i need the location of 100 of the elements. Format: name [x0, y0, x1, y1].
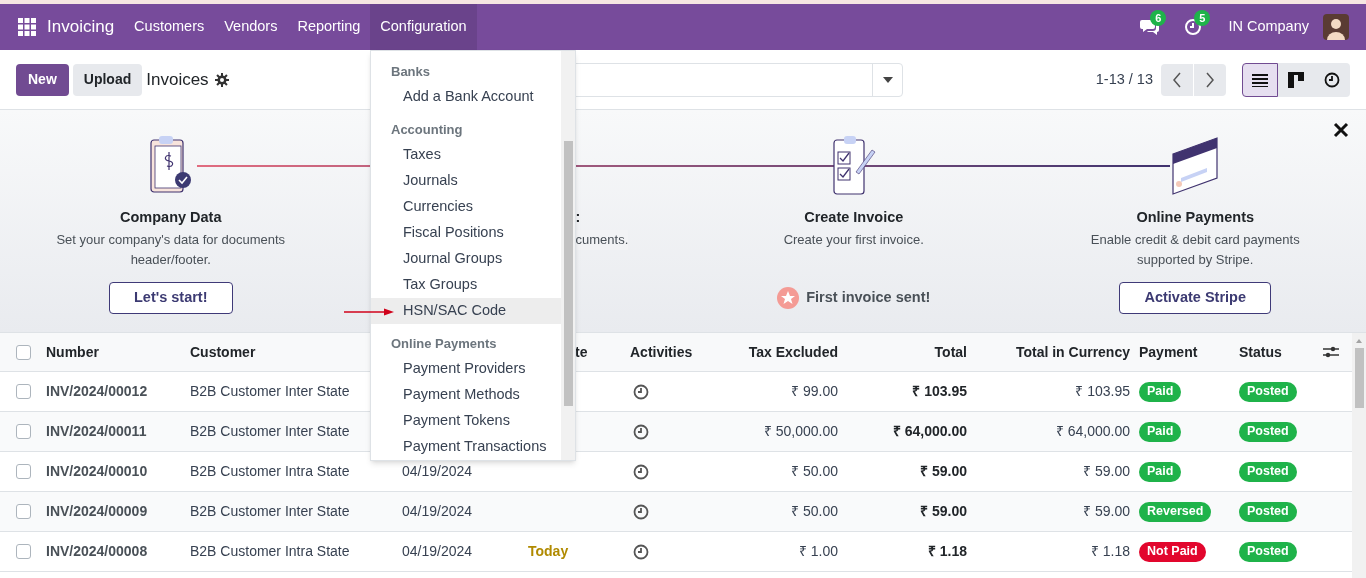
chevron-right-icon — [1205, 71, 1215, 88]
dropdown-menu-item[interactable]: Payment Providers — [371, 356, 561, 382]
dropdown-menu-item[interactable]: Fiscal Positions — [371, 220, 561, 246]
clock-icon[interactable] — [633, 463, 649, 480]
annotation-arrow — [344, 307, 394, 317]
view-switch-button[interactable] — [1314, 62, 1350, 97]
step-title: Create Invoice — [804, 208, 904, 226]
table-cell-text: ₹ 1.00 — [797, 542, 839, 561]
status-badge: Not Paid — [1139, 541, 1206, 562]
status-badge: Paid — [1139, 461, 1182, 482]
table-cell-text: ₹ 64,000.00 — [891, 422, 968, 441]
menu-section-header: Accounting — [390, 121, 464, 140]
checkbox[interactable] — [16, 384, 31, 399]
avatar-icon[interactable] — [1323, 14, 1349, 40]
new-button[interactable]: New — [16, 63, 69, 96]
column-header: Total in Currency — [1014, 342, 1130, 362]
clock-icon[interactable] — [633, 503, 649, 520]
dropdown-menu-item[interactable]: Currencies — [371, 194, 561, 220]
table-cell-text: INV/2024/00012 — [45, 382, 149, 401]
table-cell-text: INV/2024/00009 — [45, 502, 149, 521]
column-header: Activities — [629, 342, 694, 362]
notification-badge: 6 — [1150, 10, 1167, 26]
dropdown-menu-item[interactable]: Journals — [371, 168, 561, 194]
sliders-icon[interactable] — [1323, 345, 1339, 359]
table-cell-text: ₹ 64,000.00 — [1054, 422, 1130, 441]
apps-menu-icon[interactable] — [18, 18, 36, 36]
table-cell-text: INV/2024/00008 — [45, 542, 149, 561]
close-button[interactable] — [1333, 122, 1349, 138]
column-header: Customer — [189, 342, 257, 362]
table-cell-text: ₹ 59.00 — [919, 462, 968, 481]
step-action-button[interactable]: Activate Stripe — [1119, 282, 1271, 314]
dropdown-menu-item[interactable]: Journal Groups — [371, 246, 561, 272]
table-cell-text: B2B Customer Inter State — [189, 382, 351, 401]
table-cell-text: ₹ 59.00 — [1082, 462, 1130, 481]
table-cell-text: 04/19/2024 — [401, 502, 474, 521]
kanban-view-icon — [1288, 71, 1304, 88]
clock-icon[interactable] — [633, 383, 649, 400]
column-header: Tax Excluded — [747, 342, 839, 362]
menu-section-header: Banks — [390, 63, 432, 82]
dropdown-menu-item[interactable]: Tax Groups — [371, 272, 561, 298]
column-header: Payment — [1138, 342, 1199, 362]
page-title: Invoices — [146, 68, 209, 91]
scrollbar[interactable] — [1352, 333, 1366, 578]
column-header: Total — [933, 342, 968, 362]
previous-button[interactable] — [1161, 63, 1193, 96]
step-status: First invoice sent! — [806, 288, 931, 308]
close-icon — [1333, 122, 1349, 138]
scrollbar-thumb[interactable] — [564, 141, 573, 406]
table-cell-text: Today — [527, 542, 570, 561]
status-badge: Paid — [1139, 381, 1182, 402]
clock-icon — [1324, 71, 1340, 88]
table-cell-text: ₹ 103.95 — [911, 382, 968, 401]
status-badge: Reversed — [1139, 501, 1212, 522]
step-title: Company Data — [120, 208, 222, 226]
table-cell-text: B2B Customer Inter State — [189, 502, 351, 521]
upload-button[interactable]: Upload — [72, 63, 143, 96]
menu-section-header: Online Payments — [390, 335, 498, 354]
table-cell-text: ₹ 50.00 — [790, 502, 839, 521]
view-switch-button[interactable] — [1242, 62, 1278, 97]
nav-menu-item[interactable]: Reporting — [287, 4, 371, 50]
table-cell-text: B2B Customer Intra State — [189, 462, 351, 481]
table-cell-text: ₹ 1.18 — [926, 542, 968, 561]
scrollbar-thumb[interactable] — [1354, 348, 1364, 408]
table-cell-text: ₹ 59.00 — [1082, 502, 1130, 521]
dropdown-menu-item[interactable]: Payment Tokens — [371, 408, 561, 434]
dropdown-menu-item[interactable]: Payment Transactions — [371, 434, 561, 460]
view-switch-button[interactable] — [1278, 62, 1314, 97]
table-cell-text: B2B Customer Inter State — [189, 422, 351, 441]
clock-icon[interactable] — [633, 543, 649, 560]
dropdown-menu-item[interactable]: Payment Methods — [371, 382, 561, 408]
scrollbar[interactable] — [561, 51, 575, 460]
app-title[interactable]: Invoicing — [47, 14, 115, 40]
checkbox[interactable] — [16, 504, 31, 519]
dropdown-menu-item[interactable]: HSN/SAC Code — [371, 298, 561, 324]
checkbox[interactable] — [16, 424, 31, 439]
table-cell-text: ₹ 59.00 — [919, 502, 968, 521]
company-name[interactable]: IN Company — [1228, 16, 1309, 38]
clock-icon[interactable] — [633, 423, 649, 440]
checkbox[interactable] — [16, 344, 31, 360]
nav-menu-item[interactable]: Vendors — [214, 4, 288, 50]
table-cell-text: ₹ 99.00 — [790, 382, 839, 401]
table-cell-text: 04/19/2024 — [401, 462, 474, 481]
dropdown-menu-item[interactable]: Taxes — [371, 142, 561, 168]
table-cell-text: ₹ 50.00 — [790, 462, 839, 481]
nav-menu-item[interactable]: Configuration — [370, 4, 477, 50]
table-cell-text: ₹ 50,000.00 — [762, 422, 839, 441]
pager-value[interactable]: 1-13 / 13 — [1095, 68, 1153, 91]
checkbox[interactable] — [16, 464, 31, 479]
checkbox[interactable] — [16, 544, 31, 559]
caret-icon — [882, 76, 893, 83]
nav-menu-item[interactable]: Customers — [124, 4, 215, 50]
status-badge: Paid — [1139, 421, 1182, 442]
list-view-icon — [1252, 72, 1268, 87]
table-cell-text: INV/2024/00011 — [45, 422, 148, 441]
status-badge: Posted — [1239, 541, 1297, 562]
gear-icon[interactable] — [214, 72, 229, 87]
dropdown-menu-item[interactable]: Add a Bank Account — [371, 84, 561, 110]
status-badge: Posted — [1239, 421, 1297, 442]
next-button[interactable] — [1193, 63, 1226, 96]
step-action-button[interactable]: Let's start! — [108, 282, 233, 314]
